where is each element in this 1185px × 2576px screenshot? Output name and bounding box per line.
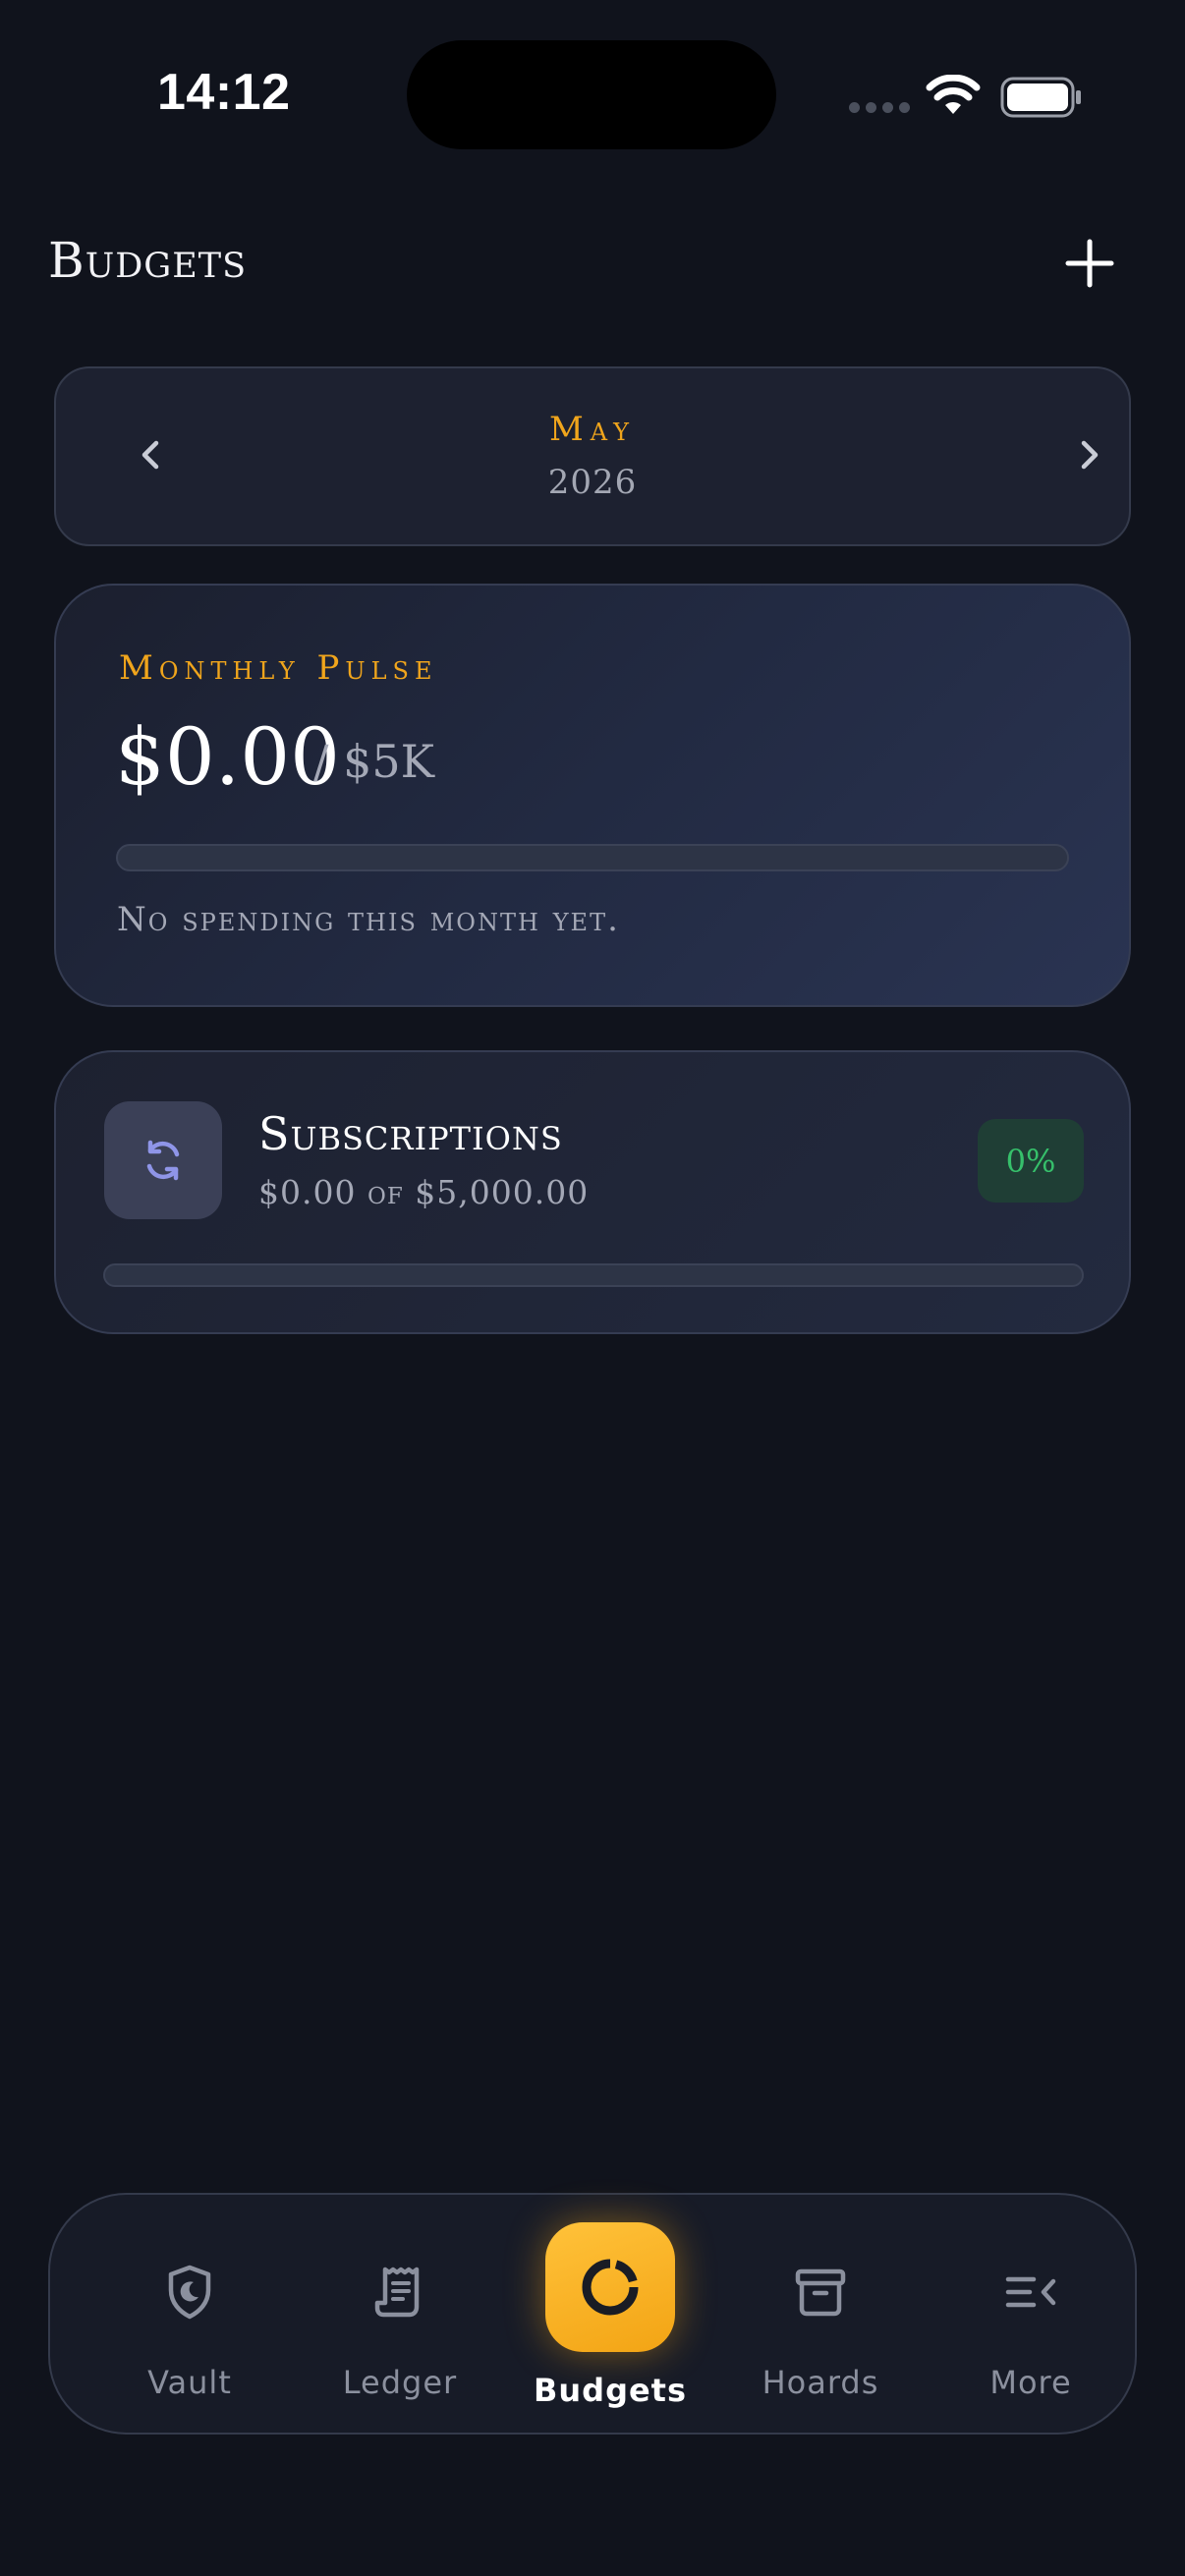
tab-label: More xyxy=(989,2364,1072,2401)
monthly-pulse-card: Monthly Pulse $0.00 / $5K No spending th… xyxy=(54,584,1131,1007)
cellular-signal-icon xyxy=(849,102,910,113)
tab-label: Hoards xyxy=(762,2364,879,2401)
monthly-pulse-note: No spending this month yet. xyxy=(117,900,620,939)
monthly-progress-bar xyxy=(116,844,1069,871)
plus-icon xyxy=(1065,239,1114,288)
shield-moon-icon xyxy=(168,2265,211,2320)
receipt-icon xyxy=(374,2267,420,2318)
add-budget-button[interactable] xyxy=(1062,236,1117,291)
tab-label: Vault xyxy=(147,2364,232,2401)
status-time: 14:12 xyxy=(157,64,291,121)
next-month-button[interactable] xyxy=(1066,431,1113,478)
tab-ledger[interactable]: Ledger xyxy=(295,2195,505,2436)
category-progress-bar xyxy=(103,1263,1084,1287)
dynamic-island xyxy=(407,40,776,149)
tab-label: Ledger xyxy=(342,2364,458,2401)
tab-hoards[interactable]: Hoards xyxy=(715,2195,926,2436)
monthly-pulse-label: Monthly Pulse xyxy=(119,648,438,688)
budget-ring-icon xyxy=(582,2259,639,2316)
monthly-spent-amount: $0.00 xyxy=(115,711,341,803)
category-percent-badge: 0% xyxy=(978,1119,1084,1203)
chevron-right-icon xyxy=(1081,440,1099,470)
tab-bar: Vault Ledger Budgets Hoards More xyxy=(48,2193,1137,2435)
category-name: Subscriptions xyxy=(258,1107,563,1160)
active-tab-highlight xyxy=(545,2222,675,2352)
month-name: May xyxy=(548,410,637,449)
tab-more[interactable]: More xyxy=(926,2195,1136,2436)
wifi-icon xyxy=(926,75,981,114)
monthly-limit: / $5K xyxy=(313,735,435,788)
budgets-screen: 14:12 Budgets May 2026 Monthly Pulse $0.… xyxy=(0,0,1185,2576)
archive-box-icon xyxy=(795,2268,846,2317)
page-title: Budgets xyxy=(48,232,248,289)
budget-category-card[interactable]: Subscriptions $0.00 of $5,000.00 0% xyxy=(54,1050,1131,1334)
menu-collapse-icon xyxy=(1005,2276,1056,2308)
tab-budgets[interactable]: Budgets xyxy=(505,2195,715,2436)
category-icon-box xyxy=(104,1101,222,1219)
category-summary: $0.00 of $5,000.00 xyxy=(258,1173,590,1211)
month-year: 2026 xyxy=(547,463,638,502)
refresh-icon xyxy=(146,1140,180,1181)
month-selector: May 2026 xyxy=(54,366,1131,546)
tab-label: Budgets xyxy=(533,2372,688,2409)
battery-icon xyxy=(1000,77,1081,118)
tab-vault[interactable]: Vault xyxy=(85,2195,295,2436)
